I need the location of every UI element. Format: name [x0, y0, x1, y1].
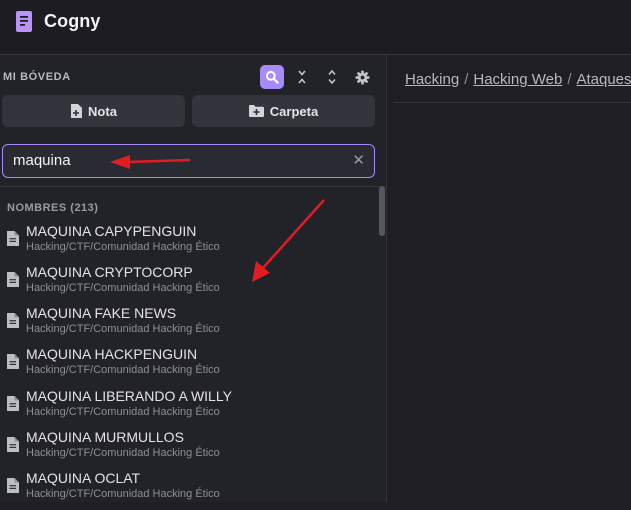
collapse-all-icon — [298, 70, 306, 84]
list-item[interactable]: MAQUINA OCLAT Hacking/CTF/Comunidad Hacki… — [0, 470, 375, 510]
file-icon — [7, 231, 19, 246]
list-item[interactable]: MAQUINA CAPYPENGUIN Hacking/CTF/Comunidad… — [0, 223, 375, 263]
sidebar-divider — [0, 186, 387, 187]
result-title: MAQUINA CRYPTOCORP — [26, 264, 193, 280]
new-folder-button[interactable]: Carpeta — [192, 95, 375, 127]
search-button[interactable] — [260, 65, 284, 89]
result-path: Hacking/CTF/Comunidad Hacking Ético — [26, 323, 220, 335]
notebook-icon — [16, 11, 32, 32]
search-input[interactable]: maquina ✕ — [2, 144, 375, 178]
result-title: MAQUINA LIBERANDO A WILLY — [26, 388, 232, 404]
list-item[interactable]: MAQUINA MURMULLOS Hacking/CTF/Comunidad H… — [0, 429, 375, 469]
list-item[interactable]: MAQUINA CRYPTOCORP Hacking/CTF/Comunidad … — [0, 264, 375, 304]
file-icon — [7, 396, 19, 411]
settings-button[interactable] — [350, 65, 374, 89]
breadcrumb: Hacking / Hacking Web / Ataques — [405, 71, 631, 88]
expand-all-button[interactable] — [320, 65, 344, 89]
gear-icon — [355, 70, 369, 84]
file-icon — [7, 313, 19, 328]
new-note-label: Nota — [88, 103, 117, 119]
file-icon — [7, 272, 19, 287]
list-item[interactable]: MAQUINA LIBERANDO A WILLY Hacking/CTF/Com… — [0, 388, 375, 428]
breadcrumb-item[interactable]: Ataques — [576, 71, 631, 88]
result-path: Hacking/CTF/Comunidad Hacking Ético — [26, 241, 220, 253]
main-panel: Hacking / Hacking Web / Ataques — [388, 55, 631, 502]
breadcrumb-separator: / — [567, 71, 572, 88]
file-icon — [7, 354, 19, 369]
top-bar: Cogny — [0, 0, 631, 55]
search-icon — [265, 70, 279, 84]
new-folder-label: Carpeta — [269, 103, 319, 119]
result-title: MAQUINA HACKPENGUIN — [26, 346, 198, 362]
result-path: Hacking/CTF/Comunidad Hacking Ético — [26, 282, 220, 294]
clear-search-icon[interactable]: ✕ — [352, 152, 365, 170]
list-item[interactable]: MAQUINA FAKE NEWS Hacking/CTF/Comunidad H… — [0, 305, 375, 345]
new-folder-icon — [248, 105, 264, 117]
main-divider — [393, 102, 631, 103]
breadcrumb-separator: / — [464, 71, 469, 88]
scrollbar[interactable] — [379, 186, 385, 236]
result-title: MAQUINA MURMULLOS — [26, 429, 184, 445]
expand-all-icon — [328, 70, 336, 84]
collapse-all-button[interactable] — [290, 65, 314, 89]
result-title: MAQUINA FAKE NEWS — [26, 305, 177, 321]
result-path: Hacking/CTF/Comunidad Hacking Ético — [26, 364, 220, 376]
result-path: Hacking/CTF/Comunidad Hacking Ético — [26, 406, 220, 418]
new-note-icon — [71, 104, 83, 118]
vault-label: MI BÓVEDA — [3, 71, 71, 83]
result-title: MAQUINA CAPYPENGUIN — [26, 223, 197, 239]
result-title: MAQUINA OCLAT — [26, 470, 141, 486]
file-icon — [7, 437, 19, 452]
result-path: Hacking/CTF/Comunidad Hacking Ético — [26, 488, 220, 500]
app-title: Cogny — [44, 11, 101, 31]
breadcrumb-item[interactable]: Hacking — [405, 71, 459, 88]
search-input-value: maquina — [13, 152, 71, 169]
results-header: NOMBRES (213) — [7, 202, 99, 214]
new-note-button[interactable]: Nota — [2, 95, 185, 127]
list-item[interactable]: MAQUINA HACKPENGUIN Hacking/CTF/Comunidad… — [0, 346, 375, 386]
file-icon — [7, 478, 19, 493]
result-path: Hacking/CTF/Comunidad Hacking Ético — [26, 447, 220, 459]
sidebar: MI BÓVEDA Nota Carpeta maquina ✕ NOMBRES… — [0, 55, 387, 502]
breadcrumb-item[interactable]: Hacking Web — [473, 71, 562, 88]
